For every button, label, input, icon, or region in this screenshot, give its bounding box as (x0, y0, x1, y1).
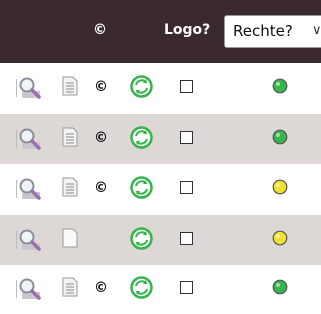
table-header: © Logo? Rechte? ∨ (0, 0, 321, 63)
copyright-indicator: © (94, 130, 108, 146)
status-dot-icon (272, 279, 288, 295)
magnifier-icon[interactable] (17, 277, 45, 301)
document-icon[interactable] (62, 277, 78, 297)
document-icon[interactable] (62, 177, 78, 197)
sync-icon[interactable] (130, 176, 153, 199)
magnifier-icon[interactable] (17, 76, 45, 100)
status-dot-icon (272, 78, 288, 94)
document-icon[interactable] (62, 76, 78, 96)
row-checkbox[interactable] (180, 181, 193, 194)
status-dot-icon (272, 179, 288, 195)
rights-filter-value: Rechte? (233, 22, 293, 40)
table-row (0, 215, 321, 265)
row-checkbox[interactable] (180, 232, 193, 245)
table-row: © (0, 264, 321, 314)
row-checkbox[interactable] (180, 131, 193, 144)
copyright-indicator: © (94, 79, 108, 95)
row-checkbox[interactable] (180, 281, 193, 294)
copyright-column-header: © (93, 22, 107, 38)
magnifier-icon[interactable] (17, 177, 45, 201)
copyright-indicator: © (94, 180, 108, 196)
table-row: © (0, 114, 321, 164)
sync-icon[interactable] (130, 126, 153, 149)
logo-column-header: Logo? (164, 22, 211, 38)
copyright-indicator: © (94, 280, 108, 296)
sync-icon[interactable] (130, 227, 153, 250)
table-row: © (0, 63, 321, 113)
document-icon[interactable] (62, 228, 78, 248)
status-dot-icon (272, 230, 288, 246)
row-checkbox[interactable] (180, 80, 193, 93)
rights-filter-select[interactable]: Rechte? ∨ (224, 15, 321, 48)
table-row: © (0, 164, 321, 214)
magnifier-icon[interactable] (17, 127, 45, 151)
status-dot-icon (272, 129, 288, 145)
sync-icon[interactable] (130, 276, 153, 299)
chevron-down-icon: ∨ (312, 23, 321, 38)
magnifier-icon[interactable] (17, 228, 45, 252)
sync-icon[interactable] (130, 75, 153, 98)
document-icon[interactable] (62, 127, 78, 147)
